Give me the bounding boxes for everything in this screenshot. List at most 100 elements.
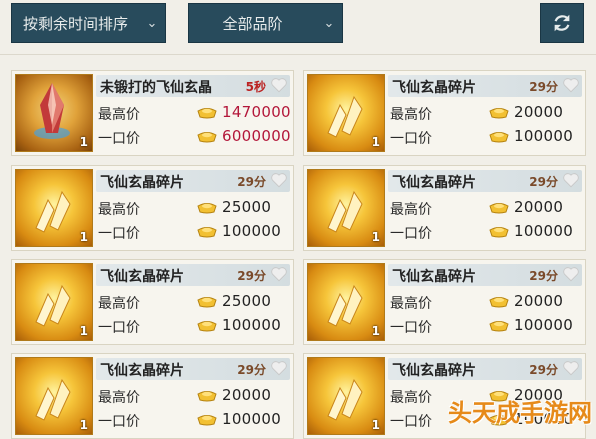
item-name-bar: 飞仙玄晶碎片 29分 [388,170,582,192]
time-remaining: 29分 [529,269,558,283]
item-quantity: 1 [79,135,88,149]
buyout-label: 一口价 [390,414,432,430]
gold-ingot-icon [197,203,217,214]
buyout-value: 100000 [222,222,282,240]
max-price-value: 20000 [222,386,272,404]
item-quantity: 1 [371,230,380,244]
listing-card[interactable]: 1 飞仙玄晶碎片 29分 最高价 一口价 25000 100000 [11,165,294,251]
gold-ingot-icon [489,297,509,308]
favorite-heart-icon[interactable] [270,359,288,377]
max-price-label: 最高价 [390,296,432,312]
item-name-bar: 未锻打的飞仙玄晶 5秒 [96,75,290,97]
gold-ingot-icon [489,203,509,214]
item-name: 飞仙玄晶碎片 [100,175,184,191]
buyout-value: 100000 [514,316,574,334]
item-thumbnail[interactable]: 1 [15,169,93,247]
buyout-label: 一口价 [390,320,432,336]
item-quantity: 1 [371,135,380,149]
item-name: 飞仙玄晶碎片 [392,80,476,96]
item-name: 飞仙玄晶碎片 [392,175,476,191]
item-name: 未锻打的飞仙玄晶 [100,80,212,96]
listing-card[interactable]: 1 飞仙玄晶碎片 29分 最高价 一口价 20000 100000 [303,259,586,345]
refresh-button[interactable] [540,3,584,43]
max-price-label: 最高价 [390,107,432,123]
max-price-label: 最高价 [390,202,432,218]
time-remaining: 29分 [529,80,558,94]
sort-dropdown[interactable]: 按剩余时间排序 ⌄ [11,3,166,43]
buyout-value: 100000 [222,316,282,334]
max-price-label: 最高价 [98,202,140,218]
item-name-bar: 飞仙玄晶碎片 29分 [388,358,582,380]
max-price-value: 25000 [222,198,272,216]
item-thumbnail[interactable]: 1 [15,74,93,152]
buyout-value: 6000000 [222,127,291,145]
item-thumbnail[interactable]: 1 [307,263,385,341]
listing-card[interactable]: 1 未锻打的飞仙玄晶 5秒 最高价 一口价 1470000 6000000 [11,70,294,156]
favorite-heart-icon[interactable] [270,76,288,94]
favorite-heart-icon[interactable] [562,359,580,377]
max-price-value: 25000 [222,292,272,310]
gold-ingot-icon [197,415,217,426]
listing-card[interactable]: 1 飞仙玄晶碎片 29分 最高价 一口价 25000 100000 [11,259,294,345]
gold-ingot-icon [197,321,217,332]
max-price-value: 20000 [514,198,564,216]
favorite-heart-icon[interactable] [562,265,580,283]
sort-dropdown-label: 按剩余时间排序 [22,14,128,33]
max-price-value: 20000 [514,292,564,310]
chevron-down-icon: ⌄ [323,15,335,31]
time-remaining: 29分 [529,175,558,189]
gold-ingot-icon [489,108,509,119]
buyout-label: 一口价 [98,414,140,430]
item-thumbnail[interactable]: 1 [15,263,93,341]
item-quantity: 1 [79,230,88,244]
max-price-value: 20000 [514,103,564,121]
grade-dropdown[interactable]: 全部品阶 ⌄ [188,3,343,43]
grade-dropdown-label: 全部品阶 [222,14,283,33]
top-bar: 按剩余时间排序 ⌄ 全部品阶 ⌄ [0,0,596,58]
listing-card[interactable]: 1 飞仙玄晶碎片 29分 最高价 一口价 20000 100000 [303,70,586,156]
max-price-label: 最高价 [98,296,140,312]
item-thumbnail[interactable]: 1 [307,357,385,435]
item-name: 飞仙玄晶碎片 [392,269,476,285]
time-remaining: 29分 [237,269,266,283]
gold-ingot-icon [489,321,509,332]
item-name-bar: 飞仙玄晶碎片 29分 [96,264,290,286]
favorite-heart-icon[interactable] [562,171,580,189]
max-price-label: 最高价 [98,390,140,406]
gold-ingot-icon [197,108,217,119]
item-thumbnail[interactable]: 1 [15,357,93,435]
buyout-value: 100000 [514,222,574,240]
divider [0,54,596,55]
gold-ingot-icon [489,132,509,143]
max-price-label: 最高价 [98,107,140,123]
buyout-label: 一口价 [98,320,140,336]
watermark: 头天成手游网 [448,399,592,427]
item-thumbnail[interactable]: 1 [307,74,385,152]
refresh-icon [554,14,570,32]
buyout-value: 100000 [514,127,574,145]
buyout-value: 100000 [222,410,282,428]
time-remaining: 29分 [237,363,266,377]
listing-card[interactable]: 1 飞仙玄晶碎片 29分 最高价 一口价 20000 100000 [303,165,586,251]
buyout-label: 一口价 [390,131,432,147]
item-name-bar: 飞仙玄晶碎片 29分 [388,75,582,97]
max-price-value: 1470000 [222,103,291,121]
favorite-heart-icon[interactable] [562,76,580,94]
time-remaining: 29分 [237,175,266,189]
item-name-bar: 飞仙玄晶碎片 29分 [96,358,290,380]
time-remaining: 29分 [529,363,558,377]
item-name: 飞仙玄晶碎片 [100,269,184,285]
item-name-bar: 飞仙玄晶碎片 29分 [96,170,290,192]
item-name: 飞仙玄晶碎片 [100,363,184,379]
item-name-bar: 飞仙玄晶碎片 29分 [388,264,582,286]
item-quantity: 1 [371,324,380,338]
item-quantity: 1 [79,324,88,338]
favorite-heart-icon[interactable] [270,265,288,283]
gold-ingot-icon [489,227,509,238]
gold-ingot-icon [197,297,217,308]
favorite-heart-icon[interactable] [270,171,288,189]
chevron-down-icon: ⌄ [146,15,158,31]
listing-card[interactable]: 1 飞仙玄晶碎片 29分 最高价 一口价 20000 100000 [11,353,294,439]
buyout-label: 一口价 [98,226,140,242]
item-thumbnail[interactable]: 1 [307,169,385,247]
